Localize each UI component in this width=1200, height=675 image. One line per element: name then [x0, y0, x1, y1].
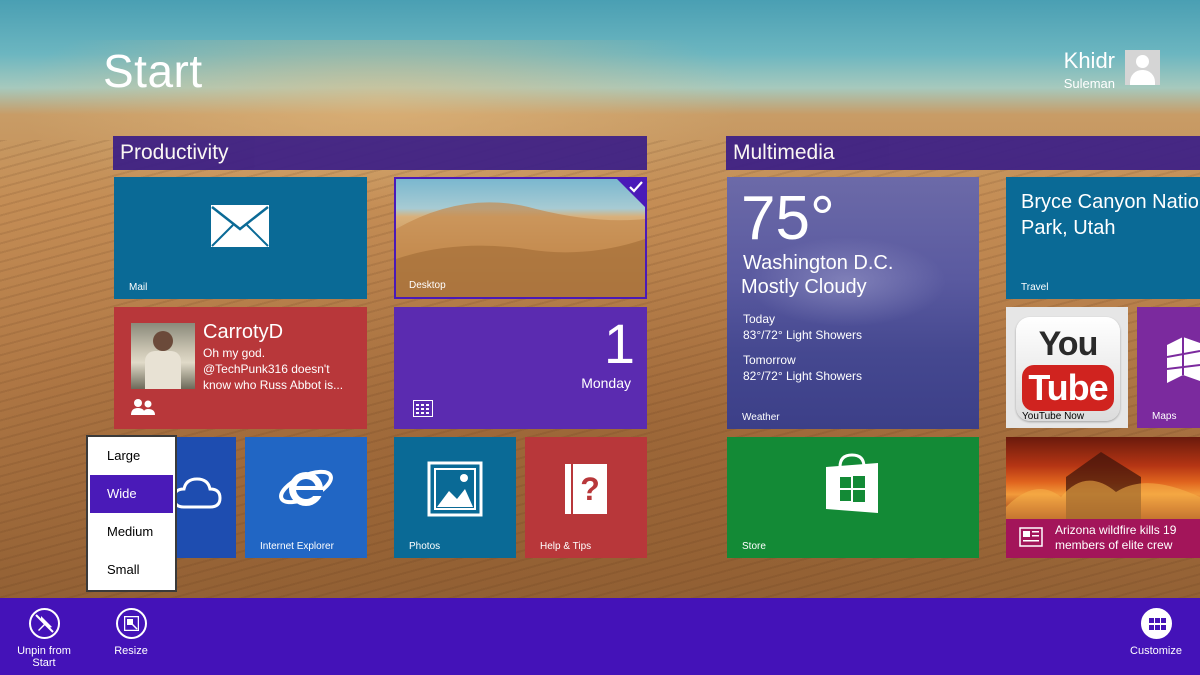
travel-headline: Bryce Canyon National Park, Utah	[1021, 191, 1200, 239]
tile-store[interactable]: Store	[727, 437, 979, 558]
group-header-multimedia[interactable]: Multimedia	[726, 136, 1200, 170]
people-message: Oh my god. @TechPunk316 doesn't know who…	[203, 346, 344, 392]
calendar-day-number: 1	[603, 312, 635, 375]
tile-store-label: Store	[742, 541, 766, 552]
tile-maps-label: Maps	[1152, 411, 1177, 422]
tile-desktop[interactable]: Desktop	[394, 177, 647, 299]
group-header-productivity[interactable]: Productivity	[113, 136, 647, 170]
resize-button[interactable]: Resize	[106, 608, 156, 657]
tile-ie-label: Internet Explorer	[260, 541, 334, 552]
checkmark-icon	[629, 181, 643, 193]
weather-today-forecast: 83°/72° Light Showers	[743, 328, 863, 342]
app-bar: Unpin from Start Resize Customize	[0, 598, 1200, 675]
user-first-name: Khidr	[1063, 48, 1115, 73]
resize-option-large[interactable]: Large	[90, 437, 173, 475]
contact-photo	[131, 323, 195, 389]
resize-label: Resize	[114, 645, 148, 657]
tile-internet-explorer[interactable]: Internet Explorer	[245, 437, 367, 558]
weather-tomorrow-label: Tomorrow	[743, 353, 796, 367]
weather-tomorrow-forecast: 82°/72° Light Showers	[743, 369, 863, 383]
resize-option-medium[interactable]: Medium	[90, 513, 173, 551]
photos-icon	[427, 461, 483, 517]
tile-mail-label: Mail	[129, 282, 148, 293]
avatar-head	[1136, 55, 1149, 68]
tile-people[interactable]: CarrotyD Oh my god. @TechPunk316 doesn't…	[114, 307, 367, 429]
people-icon	[131, 399, 155, 415]
customize-icon	[1140, 608, 1172, 639]
news-headline: Arizona wildfire kills 19 members of eli…	[1055, 523, 1177, 552]
tile-help-tips[interactable]: ? Help & Tips	[525, 437, 647, 558]
people-contact-name: CarrotyD	[203, 321, 284, 343]
tile-youtube-label: YouTube Now	[1022, 411, 1085, 422]
resize-menu: Large Wide Medium Small	[86, 435, 177, 592]
tile-help-label: Help & Tips	[540, 541, 592, 552]
customize-button[interactable]: Customize	[1126, 608, 1186, 657]
svg-text:?: ?	[580, 471, 600, 507]
tile-youtube[interactable]: You Tube YouTube Now	[1006, 307, 1128, 428]
weather-today-label: Today	[743, 312, 776, 326]
store-icon	[826, 453, 878, 513]
tile-photos-label: Photos	[409, 541, 441, 552]
youtube-icon: You Tube	[1016, 317, 1120, 421]
tile-weather-label: Weather	[742, 412, 780, 423]
maps-icon	[1167, 337, 1200, 383]
unpin-icon	[28, 608, 60, 639]
tile-maps[interactable]: Maps	[1137, 307, 1200, 428]
resize-icon	[115, 608, 147, 639]
avatar-body	[1130, 70, 1155, 85]
tile-desktop-label: Desktop	[409, 280, 446, 291]
ie-icon	[279, 469, 333, 506]
news-photo-fire	[1006, 452, 1200, 519]
unpin-from-start-button[interactable]: Unpin from Start	[4, 608, 84, 669]
user-last-name: Suleman	[1063, 76, 1115, 91]
tile-travel-label: Travel	[1021, 282, 1049, 293]
weather-temperature: 75°	[741, 184, 835, 253]
tile-calendar[interactable]: 1 Monday	[394, 307, 647, 429]
tile-photos[interactable]: Photos	[394, 437, 516, 558]
tile-news[interactable]: Arizona wildfire kills 19 members of eli…	[1006, 437, 1200, 558]
avatar[interactable]	[1125, 50, 1160, 85]
weather-condition: Mostly Cloudy	[741, 276, 867, 298]
cloud-icon	[172, 477, 222, 509]
contact-photo-head	[153, 331, 173, 351]
weather-city: Washington D.C.	[743, 252, 894, 274]
calendar-icon	[413, 400, 433, 417]
news-photo	[1006, 437, 1200, 519]
unpin-label: Unpin from Start	[17, 645, 71, 669]
customize-label: Customize	[1130, 645, 1182, 657]
tile-weather[interactable]: 75° Washington D.C. Mostly Cloudy Today …	[727, 177, 979, 429]
contact-photo-body	[145, 351, 181, 389]
calendar-day-name: Monday	[581, 375, 631, 391]
user-account[interactable]: Khidr Suleman	[1064, 50, 1160, 91]
resize-option-wide[interactable]: Wide	[90, 475, 173, 513]
tile-travel[interactable]: Bryce Canyon National Park, Utah Travel	[1006, 177, 1200, 299]
page-title: Start	[103, 45, 203, 97]
user-names: Khidr Suleman	[1063, 48, 1115, 92]
tile-mail[interactable]: Mail	[114, 177, 367, 299]
youtube-logo-top: You	[1038, 325, 1099, 363]
mail-icon	[211, 205, 269, 247]
help-icon: ?	[565, 464, 607, 514]
youtube-logo-bottom: Tube	[1028, 367, 1108, 408]
news-icon	[1019, 527, 1043, 547]
resize-option-small[interactable]: Small	[90, 551, 173, 589]
